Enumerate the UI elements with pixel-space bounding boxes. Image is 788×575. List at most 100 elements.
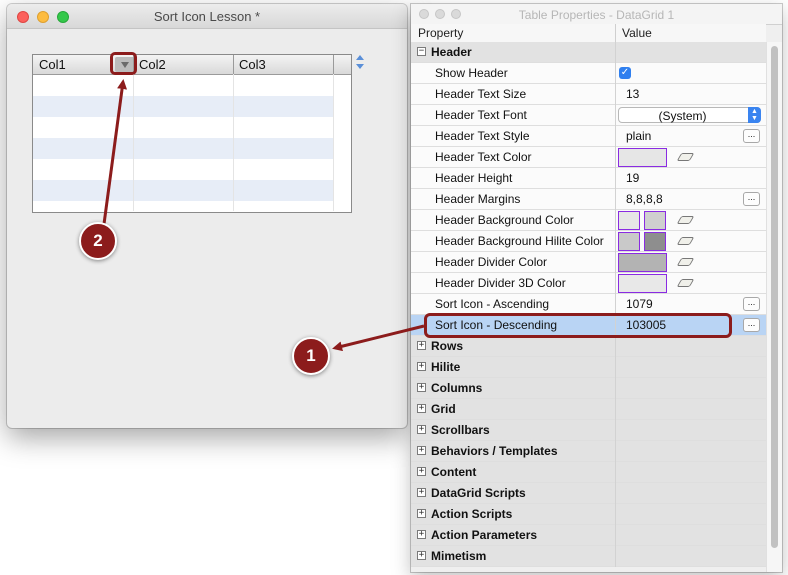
property-column-header[interactable]: Property (418, 26, 463, 40)
prop-label: Sort Icon - Ascending (435, 297, 550, 311)
expand-icon[interactable]: + (417, 551, 426, 560)
group-hilite[interactable]: + Hilite (411, 357, 766, 378)
group-columns[interactable]: + Columns (411, 378, 766, 399)
prop-row-show-header[interactable]: Show Header ✓ (411, 63, 766, 84)
group-scrollbars[interactable]: + Scrollbars (411, 420, 766, 441)
prop-row-sort-asc[interactable]: Sort Icon - Ascending 1079 ... (411, 294, 766, 315)
grid-row[interactable] (33, 180, 333, 201)
eraser-icon[interactable] (676, 258, 695, 266)
group-datagrid-scripts[interactable]: + DataGrid Scripts (411, 483, 766, 504)
expand-icon[interactable]: + (417, 509, 426, 518)
color-swatch[interactable] (618, 253, 667, 272)
eraser-icon[interactable] (676, 279, 695, 287)
up-down-arrows-icon[interactable] (355, 54, 365, 70)
prop-label: Header Text Color (435, 150, 532, 164)
group-action-parameters[interactable]: + Action Parameters (411, 525, 766, 546)
expand-icon[interactable]: + (417, 488, 426, 497)
column-header-col3[interactable]: Col3 (233, 55, 333, 74)
prop-label: Header Text Style (435, 129, 530, 143)
prop-row-divider-3d[interactable]: Header Divider 3D Color (411, 273, 766, 294)
font-select-value: (System) (658, 109, 707, 123)
group-label: Hilite (431, 360, 461, 374)
group-mimetism[interactable]: + Mimetism (411, 546, 766, 567)
left-window-titlebar[interactable]: Sort Icon Lesson * (7, 4, 407, 29)
group-label: DataGrid Scripts (431, 486, 526, 500)
ellipsis-button[interactable]: ... (743, 192, 760, 206)
color-swatch[interactable] (618, 232, 640, 251)
datagrid[interactable]: Col1 Col2 Col3 (32, 54, 352, 213)
prop-row-height[interactable]: Header Height 19 (411, 168, 766, 189)
ellipsis-button[interactable]: ... (743, 297, 760, 311)
scrollbar-thumb[interactable] (771, 46, 778, 548)
left-window-title: Sort Icon Lesson * (153, 9, 261, 24)
group-label: Header (431, 45, 472, 59)
group-label: Action Scripts (431, 507, 513, 521)
group-label: Behaviors / Templates (431, 444, 558, 458)
grid-row[interactable] (33, 75, 333, 96)
value-column-header[interactable]: Value (622, 26, 652, 40)
prop-row-text-size[interactable]: Header Text Size 13 (411, 84, 766, 105)
prop-label: Header Divider 3D Color (435, 276, 566, 290)
group-rows[interactable]: + Rows (411, 336, 766, 357)
expand-icon[interactable]: + (417, 362, 426, 371)
color-swatch[interactable] (618, 274, 667, 293)
right-window-title: Table Properties - DataGrid 1 (518, 8, 675, 22)
sort-icon-lesson-window: Sort Icon Lesson * Col1 Col2 Col3 (7, 4, 407, 428)
expand-icon[interactable]: + (417, 425, 426, 434)
prop-label: Header Background Hilite Color (435, 234, 604, 248)
collapse-icon[interactable]: − (417, 47, 426, 56)
group-grid[interactable]: + Grid (411, 399, 766, 420)
sort-descending-highlight (424, 313, 732, 338)
group-behaviors-templates[interactable]: + Behaviors / Templates (411, 441, 766, 462)
grid-row[interactable] (33, 96, 333, 117)
expand-icon[interactable]: + (417, 446, 426, 455)
color-swatch[interactable] (644, 211, 666, 230)
callout-badge-2: 2 (79, 222, 117, 260)
eraser-icon[interactable] (676, 153, 695, 161)
property-table-header: Property Value (411, 24, 766, 43)
prop-row-bg-hilite[interactable]: Header Background Hilite Color (411, 231, 766, 252)
group-label: Mimetism (431, 549, 487, 563)
prop-value[interactable]: plain (626, 129, 651, 143)
font-select[interactable]: (System) ▲ ▼ (618, 107, 761, 123)
right-window-titlebar[interactable]: Table Properties - DataGrid 1 (411, 4, 782, 25)
expand-icon[interactable]: + (417, 467, 426, 476)
prop-row-margins[interactable]: Header Margins 8,8,8,8 ... (411, 189, 766, 210)
prop-row-divider[interactable]: Header Divider Color (411, 252, 766, 273)
expand-icon[interactable]: + (417, 341, 426, 350)
color-swatch[interactable] (618, 148, 667, 167)
group-label: Columns (431, 381, 483, 395)
prop-label: Show Header (435, 66, 508, 80)
prop-label: Header Divider Color (435, 255, 548, 269)
eraser-icon[interactable] (676, 237, 695, 245)
color-swatch[interactable] (644, 232, 666, 251)
grid-row[interactable] (33, 159, 333, 180)
table-properties-window: Table Properties - DataGrid 1 Property V… (411, 4, 782, 572)
prop-row-bg-color[interactable]: Header Background Color (411, 210, 766, 231)
ellipsis-button[interactable]: ... (743, 318, 760, 332)
grid-row[interactable] (33, 117, 333, 138)
group-label: Scrollbars (431, 423, 490, 437)
color-swatch[interactable] (618, 211, 640, 230)
prop-row-text-font[interactable]: Header Text Font (System) ▲ ▼ (411, 105, 766, 126)
prop-row-text-color[interactable]: Header Text Color (411, 147, 766, 168)
expand-icon[interactable]: + (417, 404, 426, 413)
ellipsis-button[interactable]: ... (743, 129, 760, 143)
prop-label: Header Text Font (435, 108, 527, 122)
expand-icon[interactable]: + (417, 530, 426, 539)
prop-row-text-style[interactable]: Header Text Style plain ... (411, 126, 766, 147)
checkbox-icon[interactable]: ✓ (619, 67, 631, 79)
grid-row[interactable] (33, 138, 333, 159)
vertical-scrollbar[interactable] (766, 42, 782, 572)
group-header[interactable]: − Header (411, 42, 766, 63)
expand-icon[interactable]: + (417, 383, 426, 392)
popup-arrows-icon[interactable]: ▲ ▼ (748, 107, 761, 123)
group-content[interactable]: + Content (411, 462, 766, 483)
group-action-scripts[interactable]: + Action Scripts (411, 504, 766, 525)
prop-value[interactable]: 19 (626, 171, 639, 185)
prop-value[interactable]: 1079 (626, 297, 653, 311)
prop-value[interactable]: 13 (626, 87, 639, 101)
prop-value[interactable]: 8,8,8,8 (626, 192, 663, 206)
column-header-col2[interactable]: Col2 (133, 55, 233, 74)
eraser-icon[interactable] (676, 216, 695, 224)
